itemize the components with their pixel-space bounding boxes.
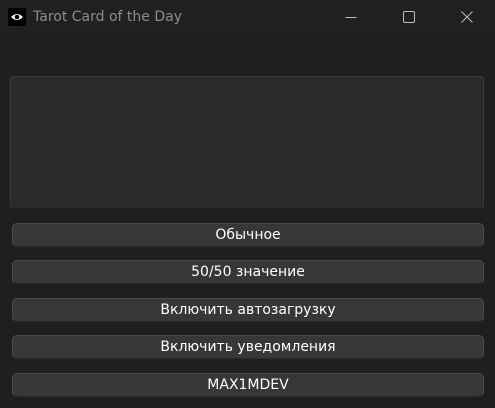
window-title: Tarot Card of the Day: [33, 9, 182, 25]
eye-icon: [8, 8, 26, 26]
minimize-button[interactable]: [327, 0, 373, 34]
maximize-icon: [403, 11, 415, 23]
minimize-icon: [345, 17, 357, 18]
enable-autostart-button[interactable]: Включить автозагрузку: [12, 298, 484, 322]
title-bar[interactable]: Tarot Card of the Day: [0, 0, 495, 36]
card-display-area: [10, 76, 484, 209]
close-button[interactable]: [443, 0, 489, 34]
author-button[interactable]: MAX1MDEV: [12, 373, 484, 397]
app-window: Tarot Card of the Day Обычное 50/50 знач…: [0, 0, 495, 408]
fifty-fifty-button[interactable]: 50/50 значение: [12, 260, 484, 284]
enable-notifications-button[interactable]: Включить уведомления: [12, 335, 484, 359]
close-icon: [461, 11, 473, 23]
normal-reading-button[interactable]: Обычное: [12, 223, 484, 247]
maximize-button[interactable]: [385, 0, 431, 34]
